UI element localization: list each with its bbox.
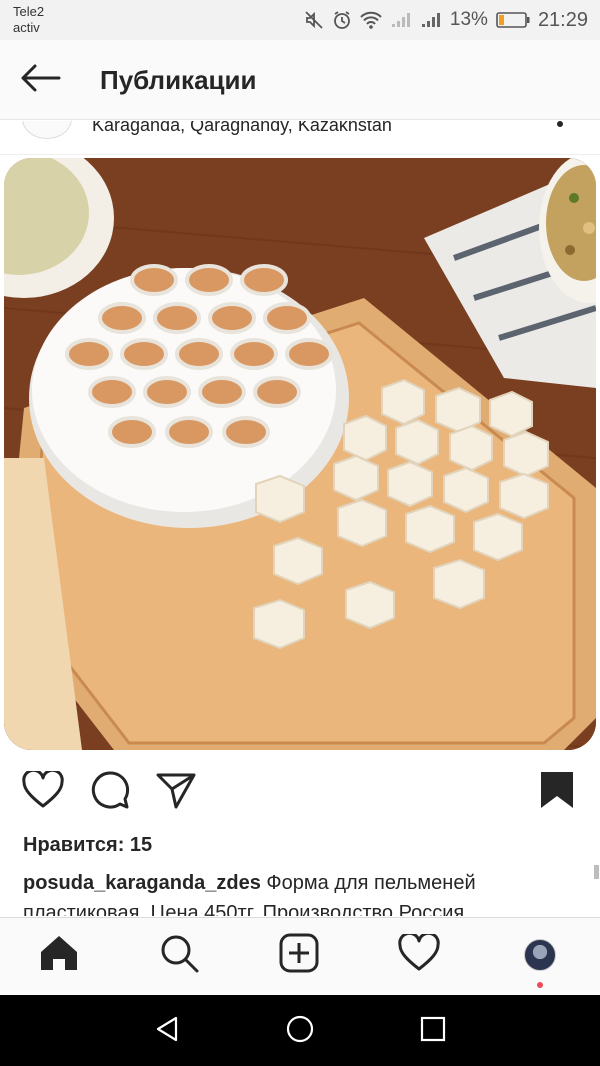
carrier-status: activ — [13, 20, 40, 35]
send-icon — [156, 771, 196, 814]
profile-avatar — [524, 939, 556, 971]
page-title: Публикации — [100, 65, 257, 95]
post-location[interactable]: Karaganda, Qaraghandy, Kazakhstan — [92, 121, 392, 136]
mute-icon — [304, 10, 324, 30]
notification-dot — [537, 982, 543, 988]
status-icons: 13% 21:29 — [304, 8, 588, 32]
battery-icon — [496, 11, 530, 29]
battery-percent: 13% — [449, 9, 488, 30]
nav-activity[interactable] — [394, 930, 444, 980]
post-photo[interactable] — [4, 158, 596, 750]
system-home-button[interactable] — [280, 1013, 320, 1049]
signal-icon — [390, 11, 412, 29]
activity-heart-icon — [398, 931, 440, 977]
carrier-name: Tele2 — [13, 4, 45, 19]
signal-icon — [420, 11, 442, 29]
like-button[interactable] — [21, 768, 65, 816]
back-triangle-icon — [154, 1015, 180, 1048]
share-button[interactable] — [154, 768, 198, 816]
caption-username[interactable]: posuda_karaganda_zdes — [23, 872, 261, 894]
bottom-nav — [0, 917, 600, 995]
status-bar: Tele2 activ 13% 21:29 — [0, 0, 600, 40]
search-icon — [159, 933, 199, 978]
post-caption: posuda_karaganda_zdes Форма для пельмене… — [23, 868, 583, 916]
more-options-icon[interactable] — [557, 121, 563, 127]
post-header: Karaganda, Qaraghandy, Kazakhstan — [0, 121, 600, 155]
bookmark-icon — [539, 770, 575, 815]
nav-home[interactable] — [34, 930, 84, 980]
carrier-info: Tele2 activ — [13, 4, 44, 36]
dumpling-mold-photo — [4, 158, 596, 750]
top-header: Публикации — [0, 40, 600, 120]
nav-add-post[interactable] — [274, 930, 324, 980]
comment-icon — [90, 770, 130, 815]
arrow-left-icon — [19, 63, 61, 98]
post-actions — [0, 768, 600, 818]
author-avatar[interactable] — [22, 121, 72, 139]
heart-icon — [22, 768, 64, 814]
likes-count[interactable]: Нравится: 15 — [23, 834, 152, 857]
wifi-icon — [360, 10, 382, 30]
alarm-icon — [332, 10, 352, 30]
system-back-button[interactable] — [147, 1013, 187, 1049]
back-button[interactable] — [18, 62, 62, 98]
home-icon — [39, 934, 79, 977]
save-button[interactable] — [535, 768, 579, 816]
comment-button[interactable] — [88, 768, 132, 816]
add-post-icon — [279, 933, 319, 978]
system-recents-button[interactable] — [413, 1013, 453, 1049]
system-nav-bar — [0, 995, 600, 1066]
recents-square-icon — [420, 1016, 446, 1047]
nav-search[interactable] — [154, 930, 204, 980]
home-circle-icon — [285, 1014, 315, 1049]
nav-profile[interactable] — [515, 930, 565, 980]
scrollbar[interactable] — [594, 865, 599, 879]
clock: 21:29 — [537, 8, 588, 31]
